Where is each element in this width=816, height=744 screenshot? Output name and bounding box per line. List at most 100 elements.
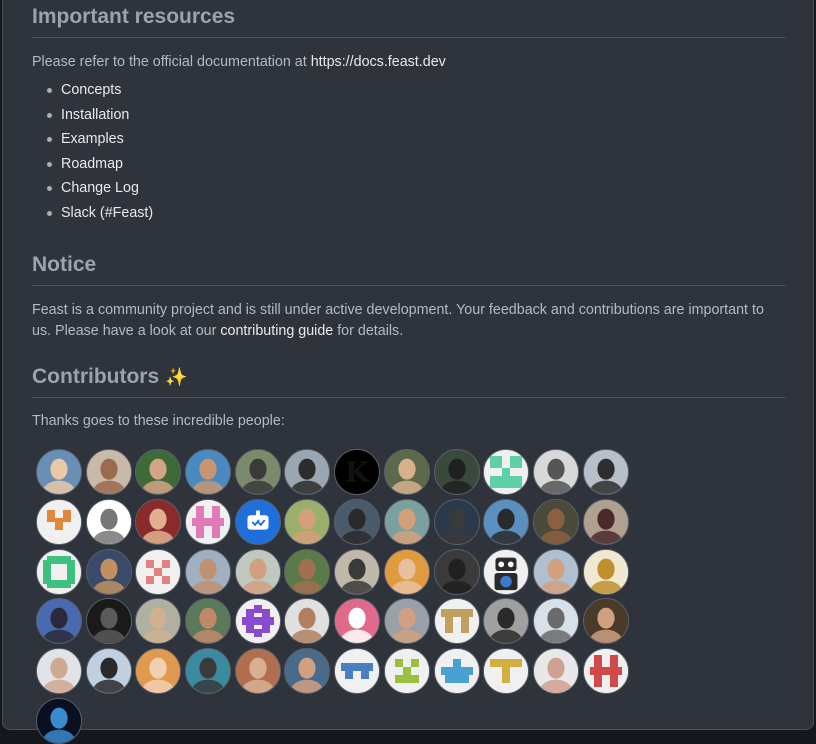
contributor-avatar[interactable] (185, 548, 232, 595)
contributor-avatar[interactable] (85, 548, 132, 595)
contributor-avatar[interactable] (334, 548, 381, 595)
resources-list: Concepts Installation Examples Roadmap C… (32, 78, 153, 226)
contributor-avatar[interactable] (483, 449, 530, 495)
contributor-avatar[interactable] (433, 498, 480, 545)
notice-text-after: for details. (333, 323, 404, 339)
identicon-avatar (335, 649, 380, 694)
contributor-avatar[interactable] (85, 648, 132, 695)
contributor-avatar[interactable] (334, 498, 381, 545)
identicon-avatar (434, 599, 479, 644)
photo-avatar (583, 549, 628, 594)
contributor-avatar[interactable] (582, 449, 629, 495)
contributor-avatar[interactable] (234, 598, 281, 645)
contributor-avatar[interactable] (135, 598, 182, 645)
photo-avatar (285, 599, 330, 644)
contributor-avatar[interactable] (234, 548, 281, 595)
photo-avatar (533, 450, 578, 494)
contributor-avatar[interactable] (334, 648, 381, 695)
photo-avatar (484, 499, 529, 544)
contributor-avatar[interactable] (383, 498, 430, 545)
contributor-avatar[interactable] (135, 498, 182, 545)
heading-contributors: Contributors ✨ (32, 363, 786, 398)
photo-avatar (86, 649, 131, 694)
contributor-avatar[interactable] (284, 648, 331, 695)
contributor-avatar[interactable] (532, 449, 579, 495)
contributor-avatar[interactable] (36, 498, 82, 545)
photo-avatar (384, 499, 429, 544)
contributor-avatar[interactable] (234, 498, 281, 545)
identicon-avatar (583, 649, 628, 694)
contributor-avatar[interactable] (532, 598, 579, 645)
contributor-avatar[interactable] (36, 697, 82, 744)
contributor-avatar[interactable] (483, 598, 530, 645)
contributor-avatar[interactable] (284, 449, 331, 495)
photo-avatar (533, 549, 578, 594)
readme-panel: Important resources Please refer to the … (2, 0, 814, 744)
resource-link-slack[interactable]: Slack (#Feast) (46, 201, 153, 226)
contributor-avatar[interactable] (532, 648, 579, 695)
heading-contributors-text: Contributors (32, 365, 160, 388)
robot-avatar (484, 549, 529, 594)
contributor-avatar[interactable]: K (334, 449, 381, 495)
photo-avatar (136, 649, 181, 694)
contributing-guide-link[interactable]: contributing guide (220, 323, 333, 339)
contributor-avatar[interactable] (234, 449, 281, 495)
contributor-avatar[interactable] (185, 449, 232, 495)
identicon-avatar (484, 450, 529, 494)
photo-avatar (136, 450, 181, 494)
contributor-avatar[interactable] (36, 598, 82, 645)
resource-link-change-log[interactable]: Change Log (46, 176, 153, 201)
contributor-avatar[interactable] (483, 498, 530, 545)
contributor-avatar[interactable] (36, 449, 82, 495)
contributor-avatar[interactable] (135, 548, 182, 595)
contributor-avatar[interactable] (36, 548, 82, 595)
contributor-avatar[interactable] (284, 548, 331, 595)
contributor-avatar[interactable] (383, 449, 430, 495)
docs-link[interactable]: https://docs.feast.dev (311, 54, 446, 70)
contributor-avatar[interactable] (334, 598, 381, 645)
contributors-intro: Thanks goes to these incredible people: (32, 413, 285, 429)
contributor-avatar[interactable] (284, 498, 331, 545)
photo-avatar (533, 499, 578, 544)
contributor-avatar[interactable] (85, 449, 132, 495)
photo-avatar (285, 549, 330, 594)
contributor-avatar[interactable] (433, 648, 480, 695)
photo-avatar (484, 599, 529, 644)
contributor-avatar[interactable] (582, 548, 629, 595)
contributor-avatar[interactable] (185, 648, 232, 695)
contributors-avatar-grid: K (36, 449, 629, 744)
contributor-avatar[interactable] (433, 548, 480, 595)
contributor-avatar[interactable] (433, 598, 480, 645)
contributor-avatar[interactable] (383, 598, 430, 645)
resource-link-roadmap[interactable]: Roadmap (46, 152, 153, 177)
photo-avatar (285, 649, 330, 694)
contributor-avatar[interactable] (582, 648, 629, 695)
contributor-avatar[interactable] (185, 498, 232, 545)
contributor-avatar[interactable] (234, 648, 281, 695)
contributor-avatar[interactable] (532, 498, 579, 545)
resource-link-concepts[interactable]: Concepts (46, 78, 153, 103)
identicon-avatar (434, 649, 479, 694)
contributor-avatar[interactable] (36, 648, 82, 695)
contributor-avatar[interactable] (483, 548, 530, 595)
contributor-avatar[interactable] (582, 598, 629, 645)
contributor-avatar[interactable] (532, 548, 579, 595)
contributor-avatar[interactable] (85, 598, 132, 645)
photo-avatar (37, 599, 81, 644)
photo-avatar (235, 649, 280, 694)
identicon-avatar (186, 499, 231, 544)
contributor-avatar[interactable] (135, 648, 182, 695)
contributor-avatar[interactable] (582, 498, 629, 545)
contributor-avatar[interactable] (433, 449, 480, 495)
contributor-avatar[interactable] (284, 598, 331, 645)
contributor-avatar[interactable] (85, 498, 132, 545)
section-notice: Notice (32, 251, 786, 286)
contributor-avatar[interactable] (383, 548, 430, 595)
contributor-avatar[interactable] (483, 648, 530, 695)
resource-link-installation[interactable]: Installation (46, 103, 153, 128)
resource-link-examples[interactable]: Examples (46, 127, 153, 152)
notice-text: Feast is a community project and is stil… (32, 300, 786, 342)
contributor-avatar[interactable] (185, 598, 232, 645)
contributor-avatar[interactable] (135, 449, 182, 495)
contributor-avatar[interactable] (383, 648, 430, 695)
